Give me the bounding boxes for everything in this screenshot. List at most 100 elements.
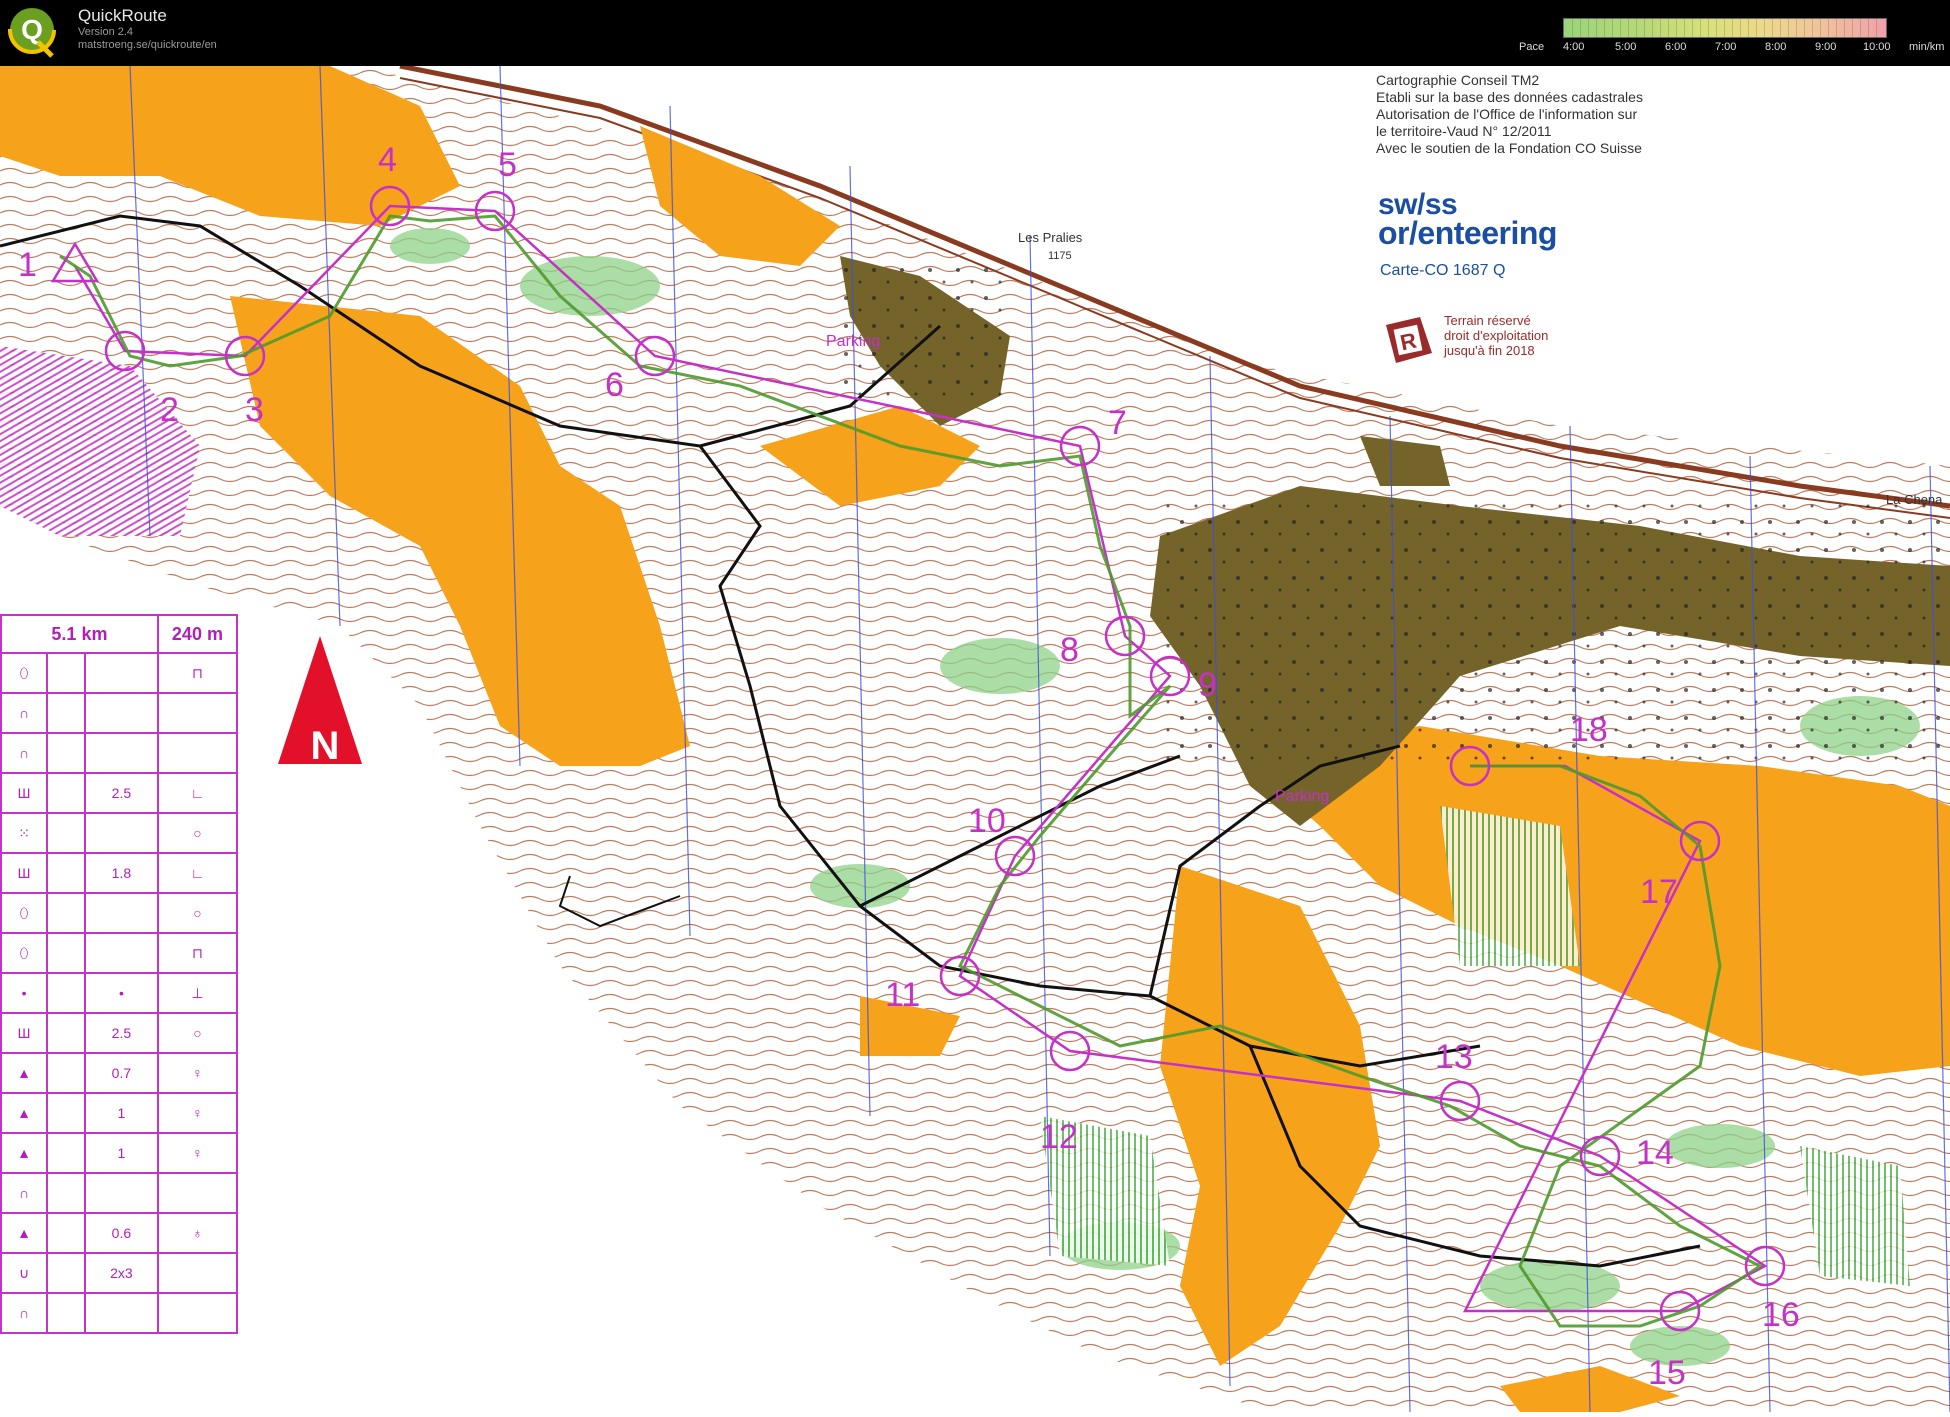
- pace-tick: 5:00: [1615, 41, 1637, 53]
- north-letter: N: [311, 724, 340, 768]
- pace-bar-tick: [1580, 19, 1581, 37]
- pace-bar-tick: [1596, 19, 1597, 37]
- cell-s: ♀: [156, 1132, 239, 1174]
- pace-bar-tick: [1780, 19, 1781, 37]
- cell-dist: 0.6: [83, 1212, 159, 1254]
- cell-empty: [46, 852, 86, 894]
- reserved-line: droit d'exploitation: [1444, 328, 1549, 343]
- cell-d: Ш: [0, 1012, 49, 1054]
- control-number: 9: [1198, 666, 1217, 704]
- course-length: 5.1 km: [0, 614, 159, 654]
- table-row: ∩: [0, 692, 239, 734]
- credit-line: Cartographie Conseil TM2: [1376, 72, 1540, 88]
- table-row: ▲ 1 ♀: [0, 1092, 239, 1134]
- cell-dist: 1: [83, 1092, 159, 1134]
- pace-bar-tick: [1812, 19, 1813, 37]
- control-number: 1: [18, 246, 37, 284]
- building-pattern: [840, 256, 1010, 406]
- place-name: Les Pralies: [1018, 230, 1083, 245]
- cell-s: ⊓: [156, 652, 239, 694]
- cell-s: [156, 1292, 239, 1334]
- table-row: ▲ 1 ♀: [0, 1132, 239, 1174]
- cell-d: ▲: [0, 1052, 49, 1094]
- pace-tick: 6:00: [1665, 41, 1687, 53]
- table-row: ▲ 0.7 ♀: [0, 1052, 239, 1094]
- cell-dist: 1: [83, 1132, 159, 1174]
- cell-empty: [46, 772, 86, 814]
- parking-label: Parking: [1275, 788, 1329, 805]
- table-row: ∩: [0, 1292, 239, 1334]
- cell-s: ○: [156, 892, 239, 934]
- app-header: Q QuickRoute Version 2.4 matstroeng.se/q…: [0, 0, 1950, 66]
- table-header-row: 5.1 km 240 m: [0, 614, 239, 654]
- table-row: Ш 2.5 ○: [0, 1012, 239, 1054]
- pace-bar-tick: [1788, 19, 1789, 37]
- cell-empty: [46, 1092, 86, 1134]
- reserved-icon: R: [1386, 317, 1432, 363]
- pace-bar-tick: [1804, 19, 1805, 37]
- pace-bar-tick: [1844, 19, 1845, 37]
- pace-bar-tick: [1660, 19, 1661, 37]
- cell-s: ⊓: [156, 932, 239, 974]
- marsh-area: [1440, 806, 1580, 966]
- table-row: ⬯ ⊓: [0, 932, 239, 974]
- control-number: 17: [1640, 873, 1678, 911]
- cell-dist: [83, 812, 159, 854]
- credit-line: le territoire-Vaud N° 12/2011: [1376, 123, 1552, 139]
- control-number: 10: [968, 802, 1006, 840]
- pace-bar-tick: [1796, 19, 1797, 37]
- cell-empty: [46, 972, 86, 1014]
- control-number: 18: [1570, 711, 1608, 749]
- pace-bar-tick: [1636, 19, 1637, 37]
- pace-bar-tick: [1676, 19, 1677, 37]
- app-url[interactable]: matstroeng.se/quickroute/en: [78, 39, 217, 52]
- pace-bar-tick: [1852, 19, 1853, 37]
- table-row: ▲ 0.6 ♁: [0, 1212, 239, 1254]
- control-number: 16: [1762, 1296, 1800, 1334]
- cell-d: ▲: [0, 1212, 49, 1254]
- orienteering-map[interactable]: 1 2 3 4 5 6 7 8 9 10 11 12 13 14 15 16 1…: [0, 63, 1950, 1413]
- cell-d: ⬯: [0, 652, 49, 694]
- pace-bar-tick: [1876, 19, 1877, 37]
- pace-bar-tick: [1668, 19, 1669, 37]
- cell-empty: [46, 932, 86, 974]
- cell-dist: [83, 1172, 159, 1214]
- map-canvas[interactable]: 1 2 3 4 5 6 7 8 9 10 11 12 13 14 15 16 1…: [0, 63, 1950, 1413]
- cell-empty: [46, 1012, 86, 1054]
- cell-dist: 2x3: [83, 1252, 159, 1294]
- building-pattern: [1160, 496, 1950, 766]
- cell-s: [156, 692, 239, 734]
- table-row: ⬯ ⊓: [0, 652, 239, 694]
- cell-empty: [46, 1292, 86, 1334]
- cell-s: ⊥: [156, 972, 239, 1014]
- cell-s: [156, 732, 239, 774]
- cell-empty: [46, 812, 86, 854]
- table-row: Ш 1.8 ∟: [0, 852, 239, 894]
- pace-bar-tick: [1724, 19, 1725, 37]
- control-number: 12: [1040, 1118, 1078, 1156]
- app-info: QuickRoute Version 2.4 matstroeng.se/qui…: [78, 6, 217, 52]
- credit-line: Avec le soutien de la Fondation CO Suiss…: [1376, 140, 1642, 156]
- pace-bar-tick: [1828, 19, 1829, 37]
- cell-d: ▲: [0, 1092, 49, 1134]
- table-row: ⁙ ○: [0, 812, 239, 854]
- pace-tick: 9:00: [1815, 41, 1837, 53]
- pace-bar-tick: [1652, 19, 1653, 37]
- cell-empty: [46, 732, 86, 774]
- cell-s: [156, 1172, 239, 1214]
- cell-s: ∟: [156, 772, 239, 814]
- cell-s: ♀: [156, 1052, 239, 1094]
- pace-color-bar: [1563, 18, 1887, 38]
- cell-empty: [46, 692, 86, 734]
- pace-bar-tick: [1772, 19, 1773, 37]
- table-row: ∪ 2x3: [0, 1252, 239, 1294]
- pace-bar-tick: [1684, 19, 1685, 37]
- cell-dist: 2.5: [83, 772, 159, 814]
- cell-empty: [46, 1132, 86, 1174]
- pace-bar-tick: [1868, 19, 1869, 37]
- logo-letter: Q: [21, 14, 43, 45]
- pace-tick: 10:00: [1863, 41, 1891, 53]
- pace-bar-tick: [1572, 19, 1573, 37]
- pace-bar-tick: [1716, 19, 1717, 37]
- north-arrow: N: [278, 636, 362, 768]
